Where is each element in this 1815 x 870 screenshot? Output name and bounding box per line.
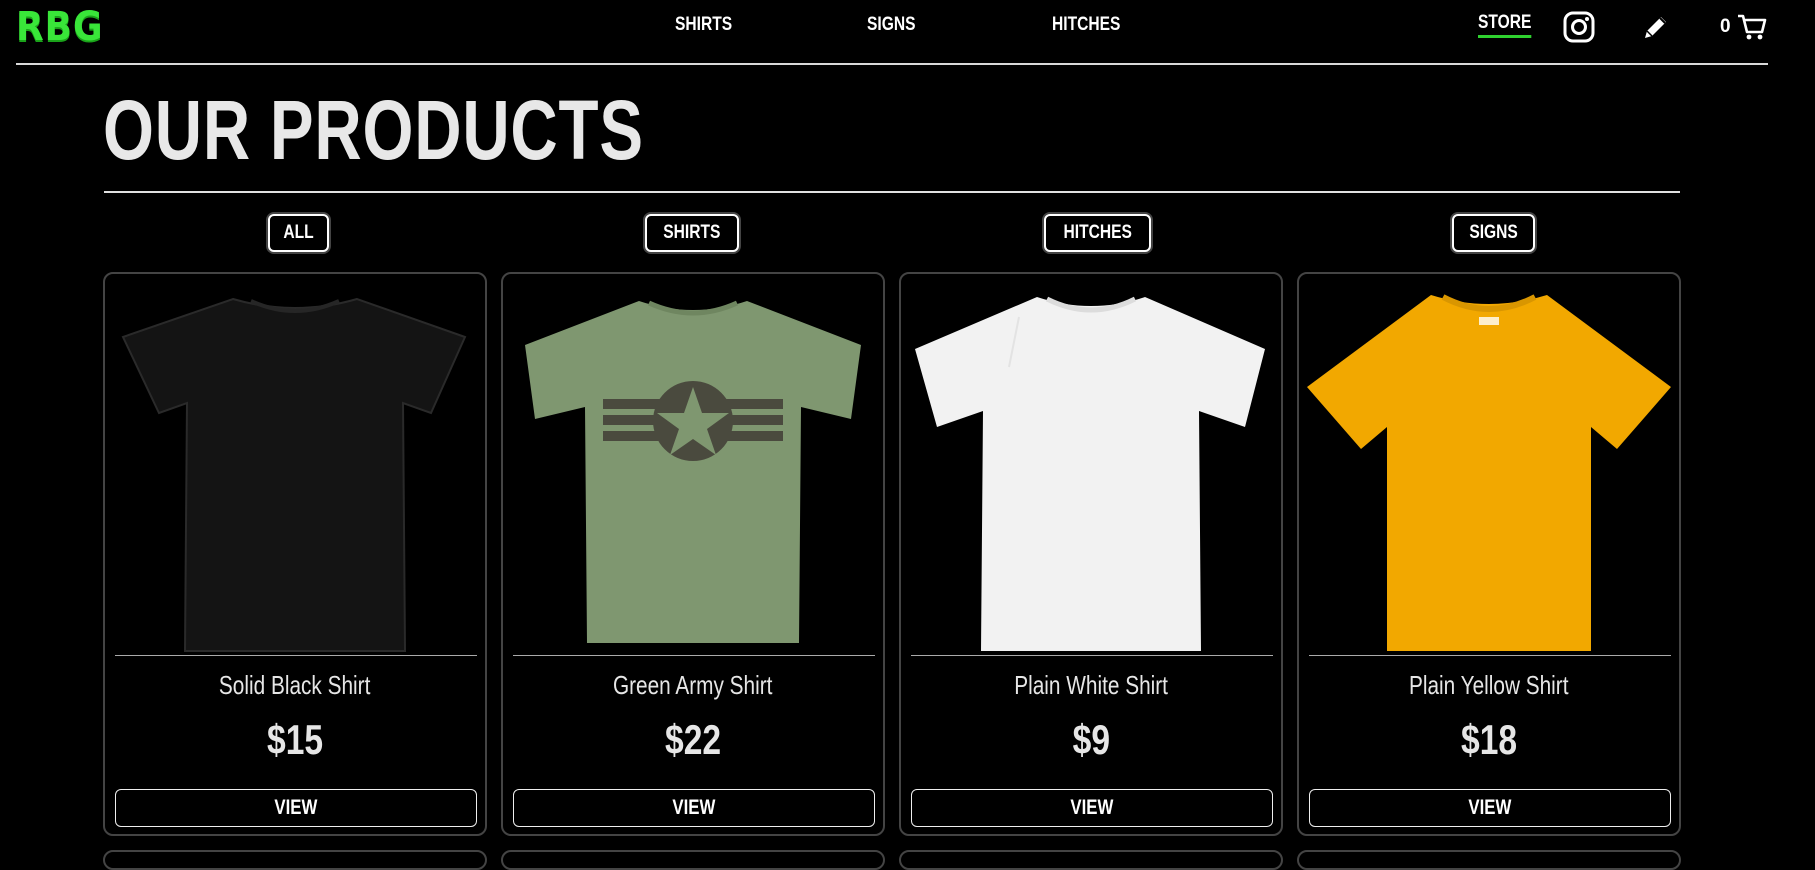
nav-signs[interactable]: SIGNS [867, 14, 915, 36]
product-name: Plain Yellow Shirt [1409, 670, 1569, 700]
product-card-next[interactable] [899, 850, 1283, 870]
product-name: Plain White Shirt [1014, 670, 1168, 700]
product-price: $22 [664, 716, 722, 763]
view-button[interactable]: VIEW [115, 789, 477, 827]
view-button[interactable]: VIEW [513, 789, 875, 827]
product-card[interactable]: Plain White Shirt $9 VIEW [899, 272, 1283, 836]
product-price: $15 [266, 716, 324, 763]
title-divider [104, 191, 1680, 193]
product-card-next[interactable] [501, 850, 885, 870]
cart-button[interactable]: 0 [1720, 12, 1767, 42]
top-navbar: RBG SHIRTS SIGNS HITCHES STORE 0 [16, 0, 1768, 65]
product-name: Green Army Shirt [613, 670, 773, 700]
product-card-next[interactable] [1297, 850, 1681, 870]
product-image[interactable] [511, 282, 875, 662]
product-name: Solid Black Shirt [219, 670, 371, 700]
view-button[interactable]: VIEW [1309, 789, 1671, 827]
brand-logo[interactable]: RBG [16, 4, 103, 50]
card-divider [115, 655, 477, 656]
product-card[interactable]: Plain Yellow Shirt $18 VIEW [1297, 272, 1681, 836]
product-price: $9 [1072, 716, 1110, 763]
cart-count: 0 [1720, 16, 1731, 37]
product-image[interactable] [113, 282, 477, 662]
pencil-icon[interactable] [1639, 10, 1673, 44]
product-card-next[interactable] [103, 850, 487, 870]
nav-hitches[interactable]: HITCHES [1052, 14, 1120, 36]
filter-hitches[interactable]: HITCHES [1044, 214, 1152, 252]
product-card[interactable]: Green Army Shirt $22 VIEW [501, 272, 885, 836]
card-divider [911, 655, 1273, 656]
filter-signs[interactable]: SIGNS [1452, 214, 1536, 252]
cart-icon [1737, 14, 1766, 40]
page-title: OUR PRODUCTS [103, 83, 644, 177]
view-button[interactable]: VIEW [911, 789, 1273, 827]
nav-shirts[interactable]: SHIRTS [675, 14, 732, 36]
product-image[interactable] [1307, 282, 1671, 662]
instagram-icon[interactable] [1562, 10, 1596, 44]
product-card[interactable]: Solid Black Shirt $15 VIEW [103, 272, 487, 836]
product-image[interactable] [909, 282, 1273, 662]
nav-store[interactable]: STORE [1478, 12, 1532, 38]
filter-shirts[interactable]: SHIRTS [645, 214, 739, 252]
card-divider [1309, 655, 1671, 656]
card-divider [513, 655, 875, 656]
product-price: $18 [1460, 716, 1518, 763]
filter-all[interactable]: ALL [268, 214, 329, 252]
